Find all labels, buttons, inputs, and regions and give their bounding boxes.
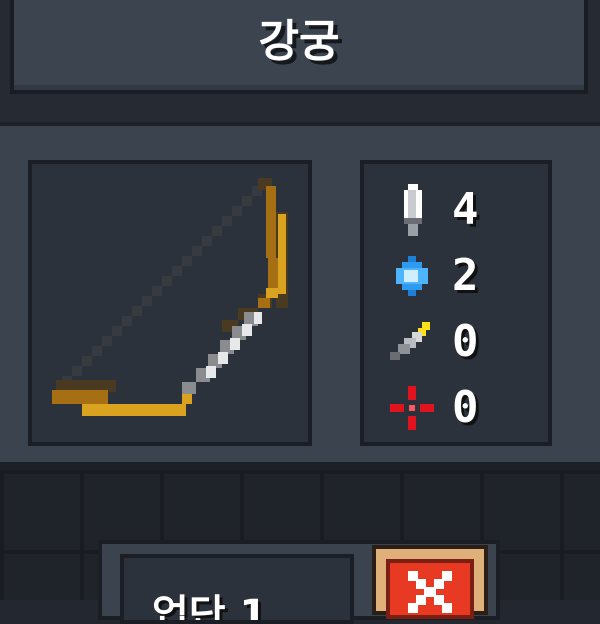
- feather-icon: [390, 322, 430, 360]
- stat-value-energy: 2: [452, 250, 479, 301]
- stat-value-crit: 0: [452, 382, 479, 433]
- stat-row-speed: 0: [382, 312, 542, 372]
- weapon-preview-frame: [28, 160, 312, 446]
- stat-row-crit: 0: [382, 378, 542, 438]
- stats-frame: 4 2 0 0: [360, 160, 552, 446]
- crystal-icon: [396, 256, 428, 296]
- weapon-info-panel: 4 2 0 0: [0, 122, 600, 470]
- stat-value-damage: 4: [452, 184, 479, 235]
- bow-icon: [52, 178, 288, 416]
- crosshair-icon: [390, 386, 434, 430]
- close-button[interactable]: [372, 545, 488, 619]
- stat-value-speed: 0: [452, 316, 479, 367]
- title-banner: 강궁: [10, 0, 588, 94]
- level-text: 업단 1: [152, 592, 268, 624]
- close-button-face[interactable]: [386, 559, 474, 619]
- stat-row-damage: 4: [382, 180, 542, 240]
- close-icon: [408, 571, 452, 613]
- weapon-title: 강궁: [258, 16, 340, 67]
- level-field: 업단 1: [120, 554, 354, 624]
- stat-row-energy: 2: [382, 246, 542, 306]
- sword-icon: [404, 184, 422, 236]
